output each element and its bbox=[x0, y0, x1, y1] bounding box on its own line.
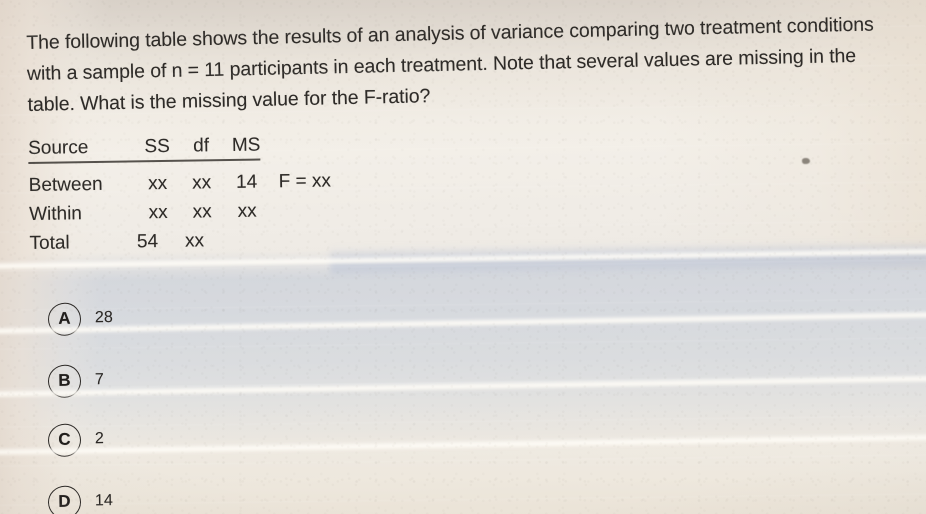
vignette-overlay bbox=[0, 0, 926, 514]
scanned-question-page: The following table shows the results of… bbox=[0, 0, 926, 514]
